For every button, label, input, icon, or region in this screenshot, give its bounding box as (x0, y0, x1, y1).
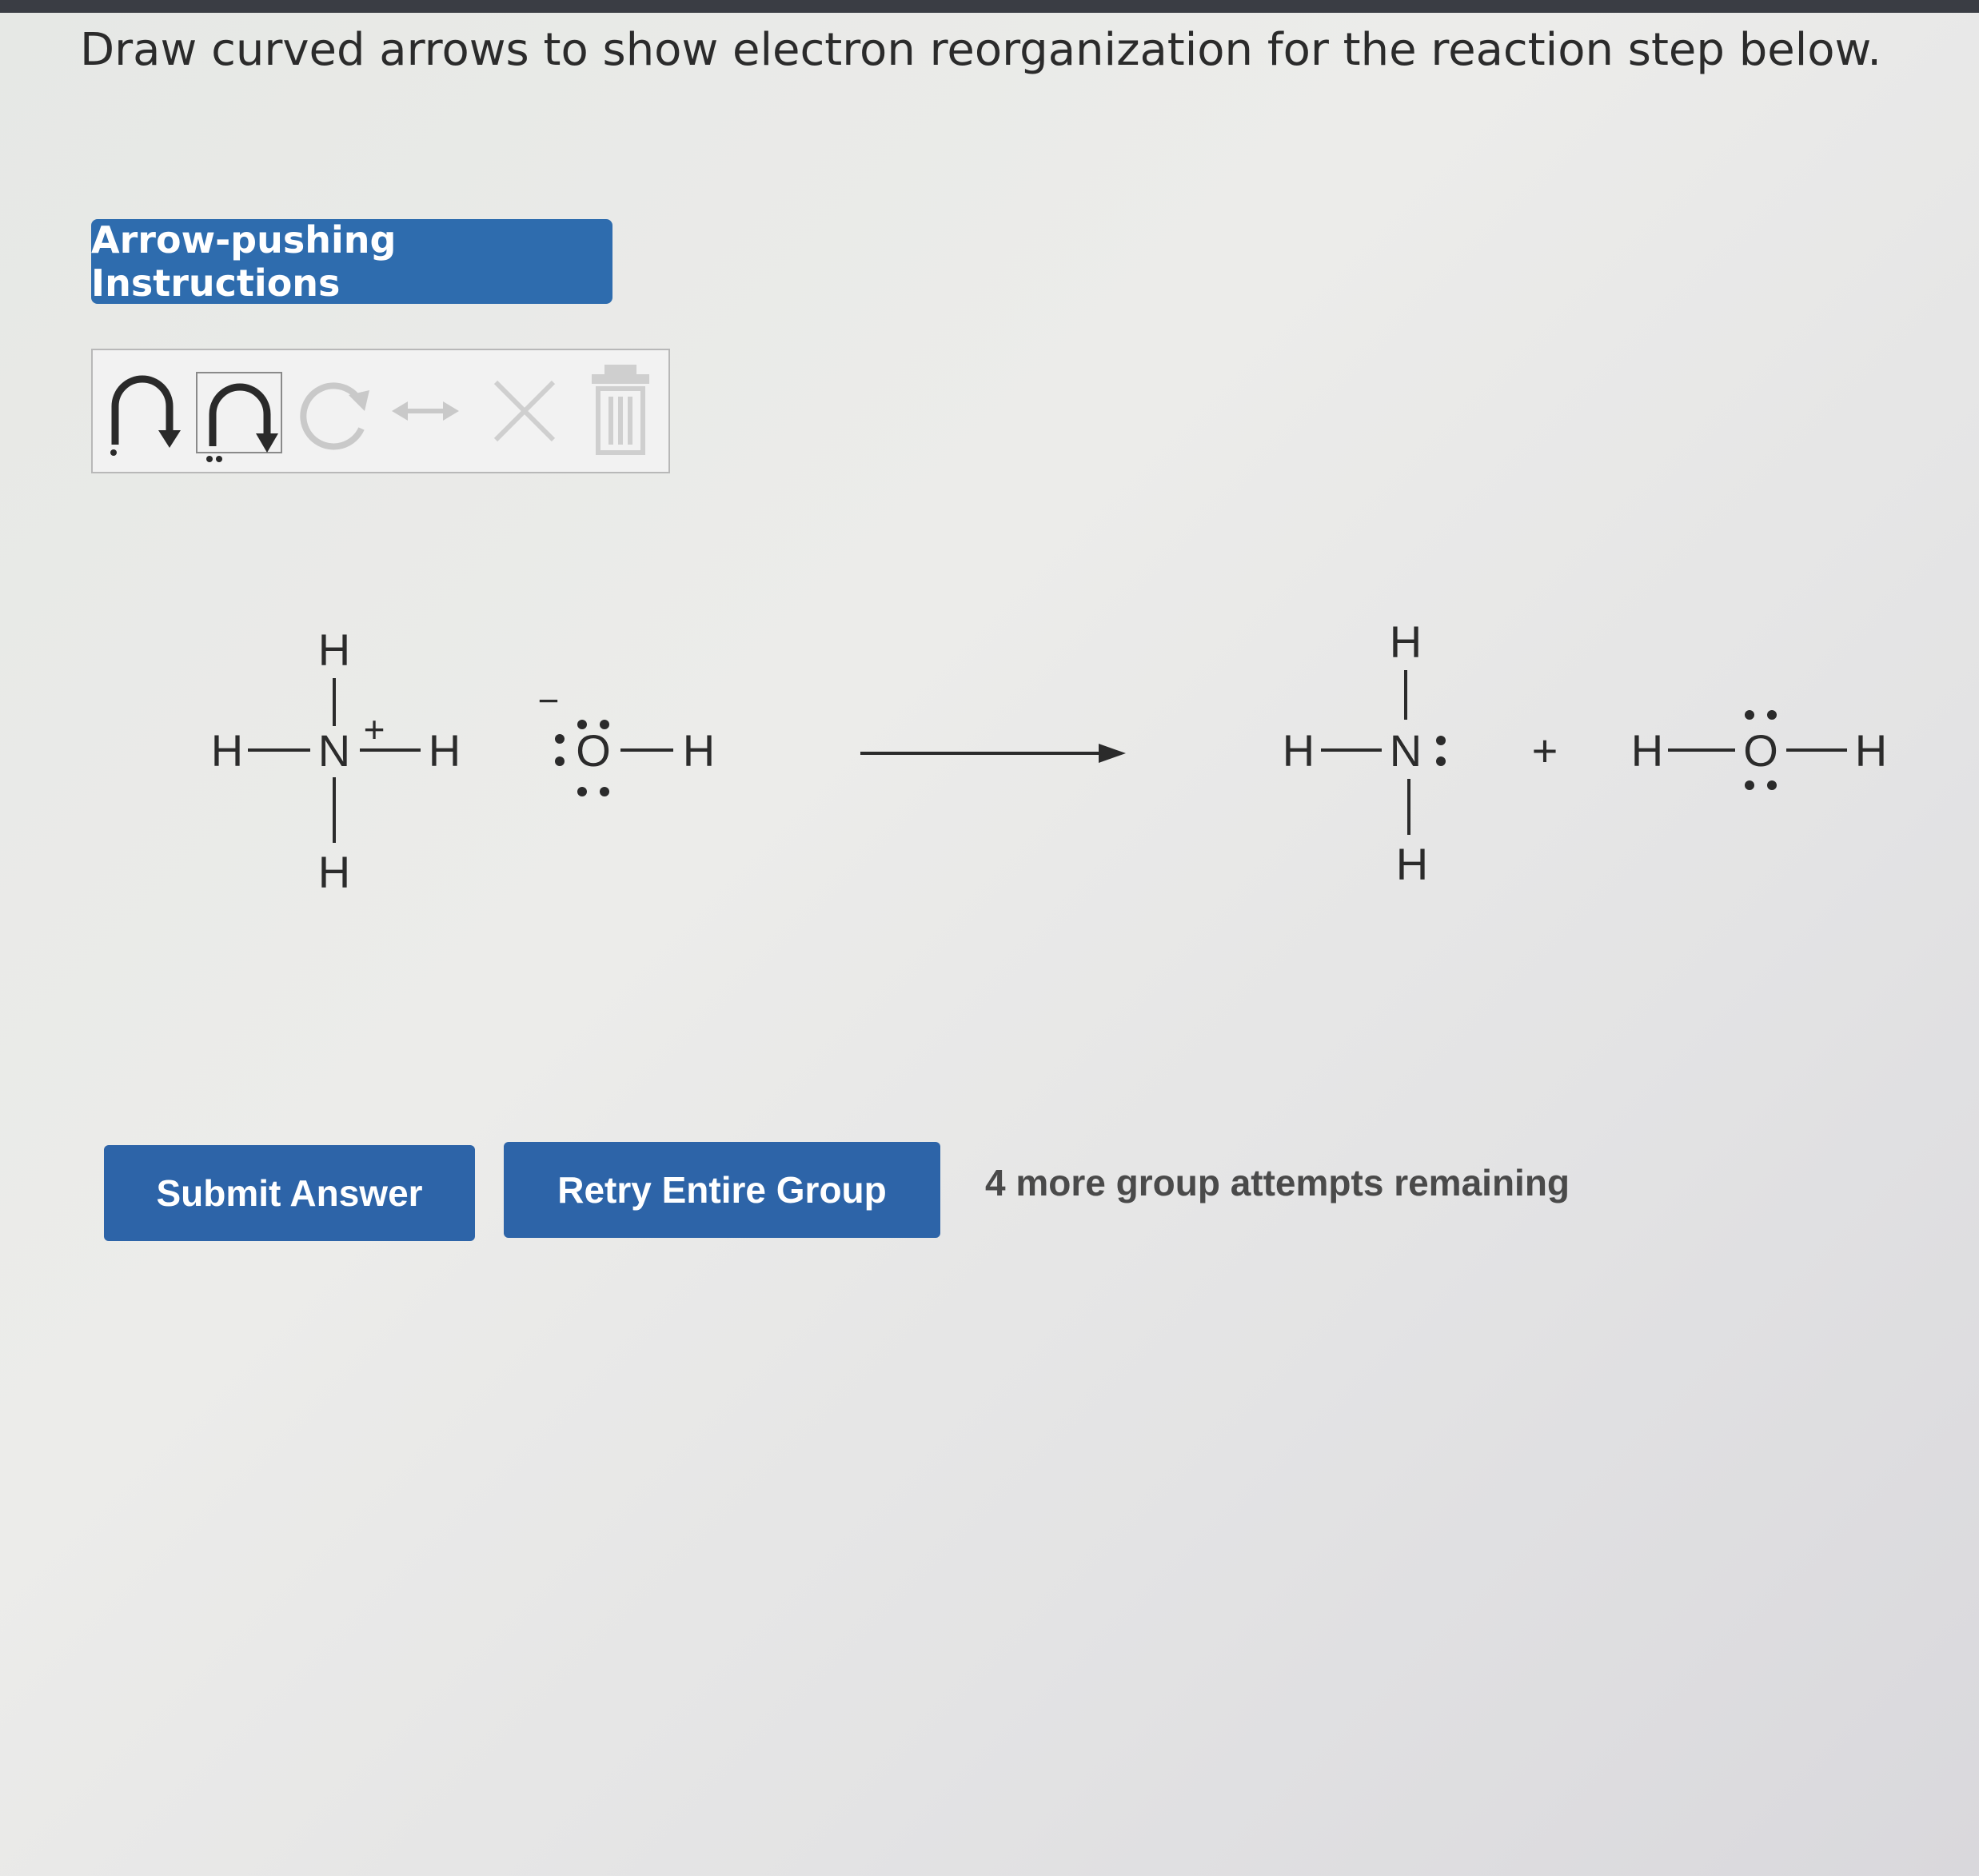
atom-h-right: H (1855, 725, 1887, 776)
submit-answer-button[interactable]: Submit Answer (104, 1145, 475, 1241)
resonance-arrow-icon[interactable] (385, 350, 465, 472)
attempts-remaining-text: 4 more group attempts remaining (985, 1162, 1570, 1203)
delete-x-icon[interactable] (485, 350, 565, 472)
atom-h-left: H (1283, 725, 1315, 776)
trash-icon[interactable] (581, 350, 660, 472)
atom-n: N (1390, 725, 1422, 776)
atom-h-bottom: H (318, 847, 350, 897)
question-title: Draw curved arrows to show electron reor… (80, 24, 1881, 76)
minus-charge: − (538, 680, 560, 721)
plus-sign: + (1532, 725, 1558, 776)
plus-charge: + (364, 708, 385, 750)
product-water: O H H (1631, 710, 1887, 790)
reactant-hydroxide: O H − (538, 680, 715, 796)
atom-h: H (683, 725, 715, 776)
retry-entire-group-button[interactable]: Retry Entire Group (504, 1142, 940, 1238)
atom-h-right: H (429, 725, 461, 776)
arrow-pushing-instructions-button[interactable]: Arrow-pushing Instructions (91, 218, 612, 305)
atom-h-bottom: H (1396, 839, 1428, 889)
atom-o: O (1743, 725, 1778, 776)
atom-n: N (318, 725, 350, 776)
atom-h-top: H (318, 625, 350, 675)
lone-pair-curved-arrow-icon[interactable] (192, 350, 296, 472)
reaction-arrow (860, 744, 1126, 763)
atom-h-left: H (211, 725, 243, 776)
top-bar (0, 0, 1979, 13)
reaction-scheme: N H H H H + O H − N H H H + O H H (211, 617, 1887, 897)
atom-h-top: H (1390, 617, 1422, 667)
rotate-icon[interactable] (293, 350, 381, 472)
drawing-toolbar (91, 349, 670, 473)
product-ammonia: N H H H (1283, 617, 1446, 889)
atom-o: O (576, 725, 611, 776)
reactant-ammonium: N H H H H + (211, 625, 461, 897)
curved-arrow-icon[interactable] (98, 350, 194, 472)
atom-h-left: H (1631, 725, 1663, 776)
